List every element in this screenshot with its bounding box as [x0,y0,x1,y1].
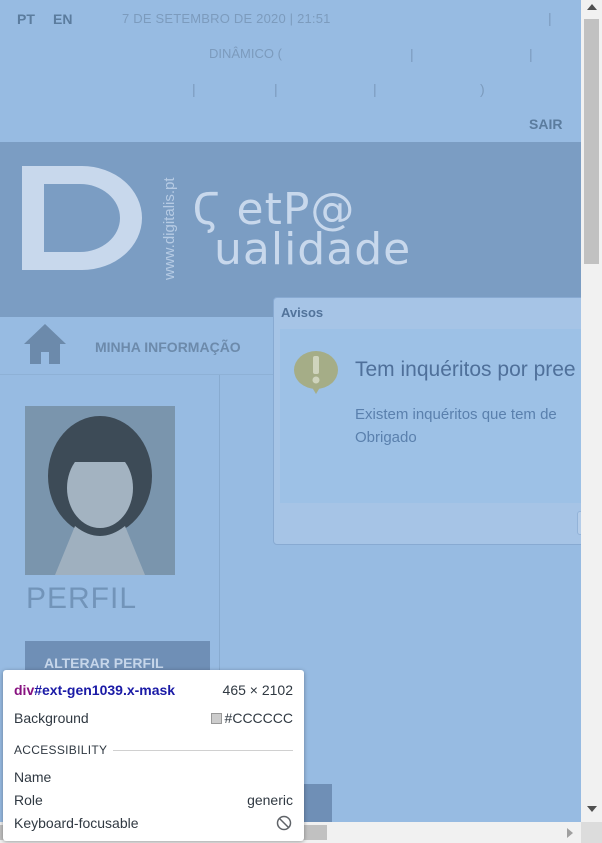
svg-text:www.digitalis.pt: www.digitalis.pt [161,177,178,281]
separator: | [410,46,414,62]
not-focusable-icon [276,815,292,831]
separator: | [529,46,533,62]
vertical-scrollbar[interactable] [581,0,602,822]
nav-minha-informacao[interactable]: MINHA INFORMAÇÃO [95,339,241,355]
element-size: 465 × 2102 [222,682,293,698]
brand-vertical-text: www.digitalis.pt [161,177,178,281]
devtools-inspect-tooltip: div#ext-gen1039.x-mask 465 × 2102 Backgr… [3,670,304,841]
vertical-scroll-thumb[interactable] [584,19,599,264]
background-value: #CCCCCC [210,710,293,726]
background-label: Background [14,710,89,726]
name-label: Name [14,769,52,785]
home-icon[interactable] [22,322,68,366]
role-value: generic [247,792,293,808]
section-divider [113,750,293,751]
dialog-heading: Tem inquéritos por pree [355,358,576,381]
brand-name: Ϛ etP@ ualidade [192,188,412,275]
dialog-title: Avisos [281,305,324,320]
color-swatch [210,713,222,724]
role-label: Role [14,792,43,808]
dialog-message: Existem inquéritos que tem de Obrigado [355,403,557,449]
dinamico-label: DINÂMICO ( [209,46,282,61]
scrollbar-corner [581,822,602,843]
lang-en-link[interactable]: EN [53,11,72,27]
digitalis-logo-icon [22,166,142,270]
dialog-message-line-1: Existem inquéritos que tem de [355,406,557,423]
element-selector: div#ext-gen1039.x-mask [14,682,175,698]
focusable-label: Keyboard-focusable [14,815,139,831]
separator: | [192,81,196,97]
avatar [25,406,175,575]
accessibility-section-title: ACCESSIBILITY [14,743,108,757]
separator: | [274,81,278,97]
brand-line-2: ualidade [214,224,412,275]
logout-link[interactable]: SAIR [529,116,562,132]
notices-dialog: Avisos Tem inquéritos por pree Existem i… [273,297,593,545]
element-tag: div [14,682,35,698]
scroll-down-icon[interactable] [587,806,597,812]
paren-close: ) [480,81,485,97]
current-datetime: 7 DE SETEMBRO DE 2020 | 21:51 [122,11,331,26]
warning-icon [294,351,338,394]
scroll-right-icon[interactable] [567,828,573,838]
profile-heading: PERFIL [26,582,138,615]
scroll-up-icon[interactable] [587,4,597,10]
lang-pt-link[interactable]: PT [17,11,35,27]
separator: | [373,81,377,97]
dialog-message-line-2: Obrigado [355,429,417,446]
background-hex: #CCCCCC [224,710,293,726]
separator: | [548,10,552,26]
element-id-class: #ext-gen1039.x-mask [34,682,176,698]
